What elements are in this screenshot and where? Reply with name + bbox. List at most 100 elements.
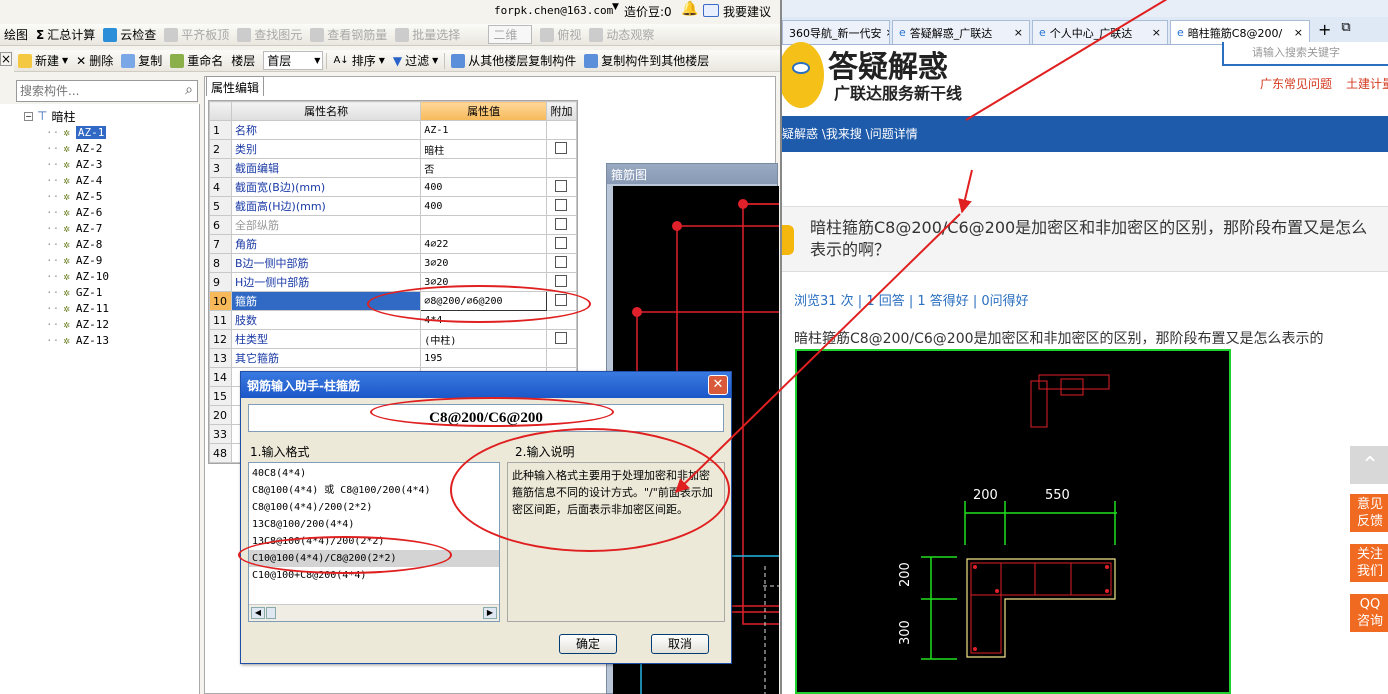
extra-checkbox[interactable] — [555, 274, 568, 287]
browser-tab-active[interactable]: e 暗柱箍筋C8@200/× — [1170, 20, 1310, 44]
answer-image[interactable]: 200 550 200 300 — [795, 349, 1231, 694]
property-row[interactable]: 1 名称 AZ-1 — [209, 120, 578, 140]
property-value[interactable]: 400 — [420, 177, 547, 197]
new-tab-icon[interactable]: + — [1312, 20, 1337, 44]
tree-item[interactable]: ·· ✲ GZ-1 — [46, 284, 102, 300]
delete-button[interactable]: ✕ 删除 — [72, 51, 117, 71]
property-extra[interactable] — [545, 158, 578, 178]
property-value[interactable]: (中柱) — [420, 329, 547, 349]
component-search-input[interactable] — [17, 81, 167, 101]
property-value[interactable]: 3⌀20 — [420, 253, 547, 273]
filter-button[interactable]: ▼ 过滤 ▼ — [389, 51, 442, 71]
property-row[interactable]: 3 截面编辑否 — [209, 158, 578, 178]
property-value[interactable]: AZ-1 — [420, 120, 547, 140]
extra-checkbox[interactable] — [555, 331, 568, 344]
copy-to-floor-button[interactable]: 复制构件到其他楼层 — [580, 51, 713, 71]
horizontal-scrollbar[interactable]: ◀ ▶ — [249, 604, 499, 621]
tree-item[interactable]: ·· ✲ AZ-8 — [46, 236, 102, 252]
question-stats[interactable]: 浏览31 次 | 1 回答 | 1 答得好 | 0问得好 — [794, 290, 1029, 309]
property-value[interactable]: 4⌀22 — [420, 234, 547, 254]
tree-item[interactable]: ·· ✲ AZ-3 — [46, 156, 102, 172]
extra-checkbox[interactable] — [555, 141, 568, 154]
format-item[interactable]: 13C8@100/200(4*4) — [249, 516, 499, 533]
property-extra[interactable] — [545, 329, 578, 349]
extra-checkbox[interactable] — [555, 255, 568, 268]
property-row[interactable]: 7 角筋 4⌀22 — [209, 234, 578, 254]
property-extra[interactable] — [545, 253, 578, 273]
cancel-button[interactable]: 取消 — [651, 634, 709, 654]
copy-button[interactable]: 复制 — [117, 51, 166, 71]
property-extra[interactable] — [545, 177, 578, 197]
batch-select-button[interactable]: 批量选择 — [391, 25, 464, 45]
property-row[interactable]: 12 柱类型 (中柱) — [209, 329, 578, 349]
property-extra[interactable] — [545, 215, 578, 235]
property-value[interactable]: 195 — [420, 348, 547, 368]
link-civil-measure[interactable]: 土建计量 — [1346, 75, 1388, 92]
property-value[interactable]: 否 — [420, 158, 547, 178]
new-button[interactable]: 新建 ▼ — [14, 51, 72, 71]
component-search[interactable]: ⌕ — [16, 80, 198, 102]
site-search-input[interactable]: 请输入搜索关键字 — [1252, 44, 1340, 60]
view-mode-select[interactable]: 二维 — [484, 25, 536, 45]
dynamic-view-button[interactable]: 动态观察 — [585, 25, 658, 45]
tree-item[interactable]: ·· ✲ AZ-7 — [46, 220, 102, 236]
extra-checkbox[interactable] — [555, 217, 568, 230]
property-extra[interactable] — [545, 348, 578, 368]
sort-button[interactable]: A↓ 排序 ▼ — [329, 51, 388, 71]
tree-root[interactable]: − ⊤ 暗柱 — [24, 108, 75, 124]
property-extra[interactable] — [545, 120, 578, 140]
browser-tab-1[interactable]: 360导航_新一代安× — [782, 20, 890, 44]
property-row[interactable]: 6 全部纵筋 — [209, 215, 578, 235]
topview-button[interactable]: 俯视 — [536, 25, 585, 45]
breadcrumb[interactable]: 疑解惑 \我来搜 \问题详情 — [782, 116, 1388, 152]
rename-button[interactable]: 重命名 — [166, 51, 227, 71]
property-extra[interactable] — [545, 196, 578, 216]
property-value[interactable]: 暗柱 — [420, 139, 547, 159]
follow-us-button[interactable]: 关注我们 — [1350, 544, 1388, 582]
view-rebar-button[interactable]: 查看钢筋量 — [306, 25, 391, 45]
cloud-check-button[interactable]: 云检查 — [99, 25, 160, 45]
floor-select[interactable]: 首层 ▼ — [259, 51, 324, 71]
tree-item[interactable]: ·· ✲ AZ-10 — [46, 268, 109, 284]
tree-item[interactable]: ·· ✲ AZ-6 — [46, 204, 102, 220]
tree-item[interactable]: ·· ✲ AZ-2 — [46, 140, 102, 156]
property-row[interactable]: 5 截面高(H边)(mm) 400 — [209, 196, 578, 216]
site-search[interactable]: 请输入搜索关键字 — [1222, 42, 1388, 66]
property-row[interactable]: 8 B边一侧中部筋 3⌀20 — [209, 253, 578, 273]
property-value[interactable]: 400 — [420, 196, 547, 216]
extra-checkbox[interactable] — [555, 179, 568, 192]
browser-tab-2[interactable]: e 答疑解惑_广联达 × — [892, 20, 1030, 44]
feedback-side-button[interactable]: 意见反馈 — [1350, 494, 1388, 532]
search-icon[interactable]: ⌕ — [185, 82, 193, 98]
feedback-link[interactable]: 我要建议 — [723, 3, 771, 20]
copy-from-floor-button[interactable]: 从其他楼层复制构件 — [447, 51, 580, 71]
tree-item[interactable]: ·· ✲ AZ-11 — [46, 300, 109, 316]
ok-button[interactable]: 确定 — [559, 634, 617, 654]
bell-icon[interactable]: 🔔 — [681, 1, 698, 17]
close-panel-icon[interactable]: × — [0, 52, 12, 66]
property-row[interactable]: 13 其它箍筋 195 — [209, 348, 578, 368]
tree-item[interactable]: ·· ✲ AZ-13 — [46, 332, 109, 348]
qq-consult-button[interactable]: QQ咨询 — [1350, 594, 1388, 632]
summary-calc-button[interactable]: Σ 汇总计算 — [32, 25, 99, 45]
tree-item[interactable]: ·· ✲ AZ-5 — [46, 188, 102, 204]
extra-checkbox[interactable] — [555, 198, 568, 211]
tree-item[interactable]: ·· ✲ AZ-12 — [46, 316, 109, 332]
link-guangdong-faq[interactable]: 广东常见问题 — [1260, 75, 1332, 92]
flush-slab-button[interactable]: 平齐板顶 — [160, 25, 233, 45]
back-to-top-button[interactable]: ⌃ — [1350, 446, 1388, 484]
property-extra[interactable] — [545, 234, 578, 254]
account-label[interactable]: forpk.chen@163.com — [494, 4, 613, 17]
tree-item[interactable]: ·· ✲ AZ-1 — [46, 124, 107, 140]
extra-checkbox[interactable] — [555, 236, 568, 249]
tree-item[interactable]: ·· ✲ AZ-9 — [46, 252, 102, 268]
browser-tab-3[interactable]: e 个人中心_广联达 × — [1032, 20, 1168, 44]
property-row[interactable]: 4 截面宽(B边)(mm) 400 — [209, 177, 578, 197]
property-row[interactable]: 2 类别 暗柱 — [209, 139, 578, 159]
dialog-close-icon[interactable]: ✕ — [708, 375, 728, 395]
property-extra[interactable] — [545, 139, 578, 159]
property-value[interactable] — [420, 215, 547, 235]
tab-property-edit[interactable]: 属性编辑 — [206, 76, 264, 96]
find-element-button[interactable]: 查找图元 — [233, 25, 306, 45]
tab-list-icon[interactable]: ⧉ — [1337, 20, 1354, 44]
